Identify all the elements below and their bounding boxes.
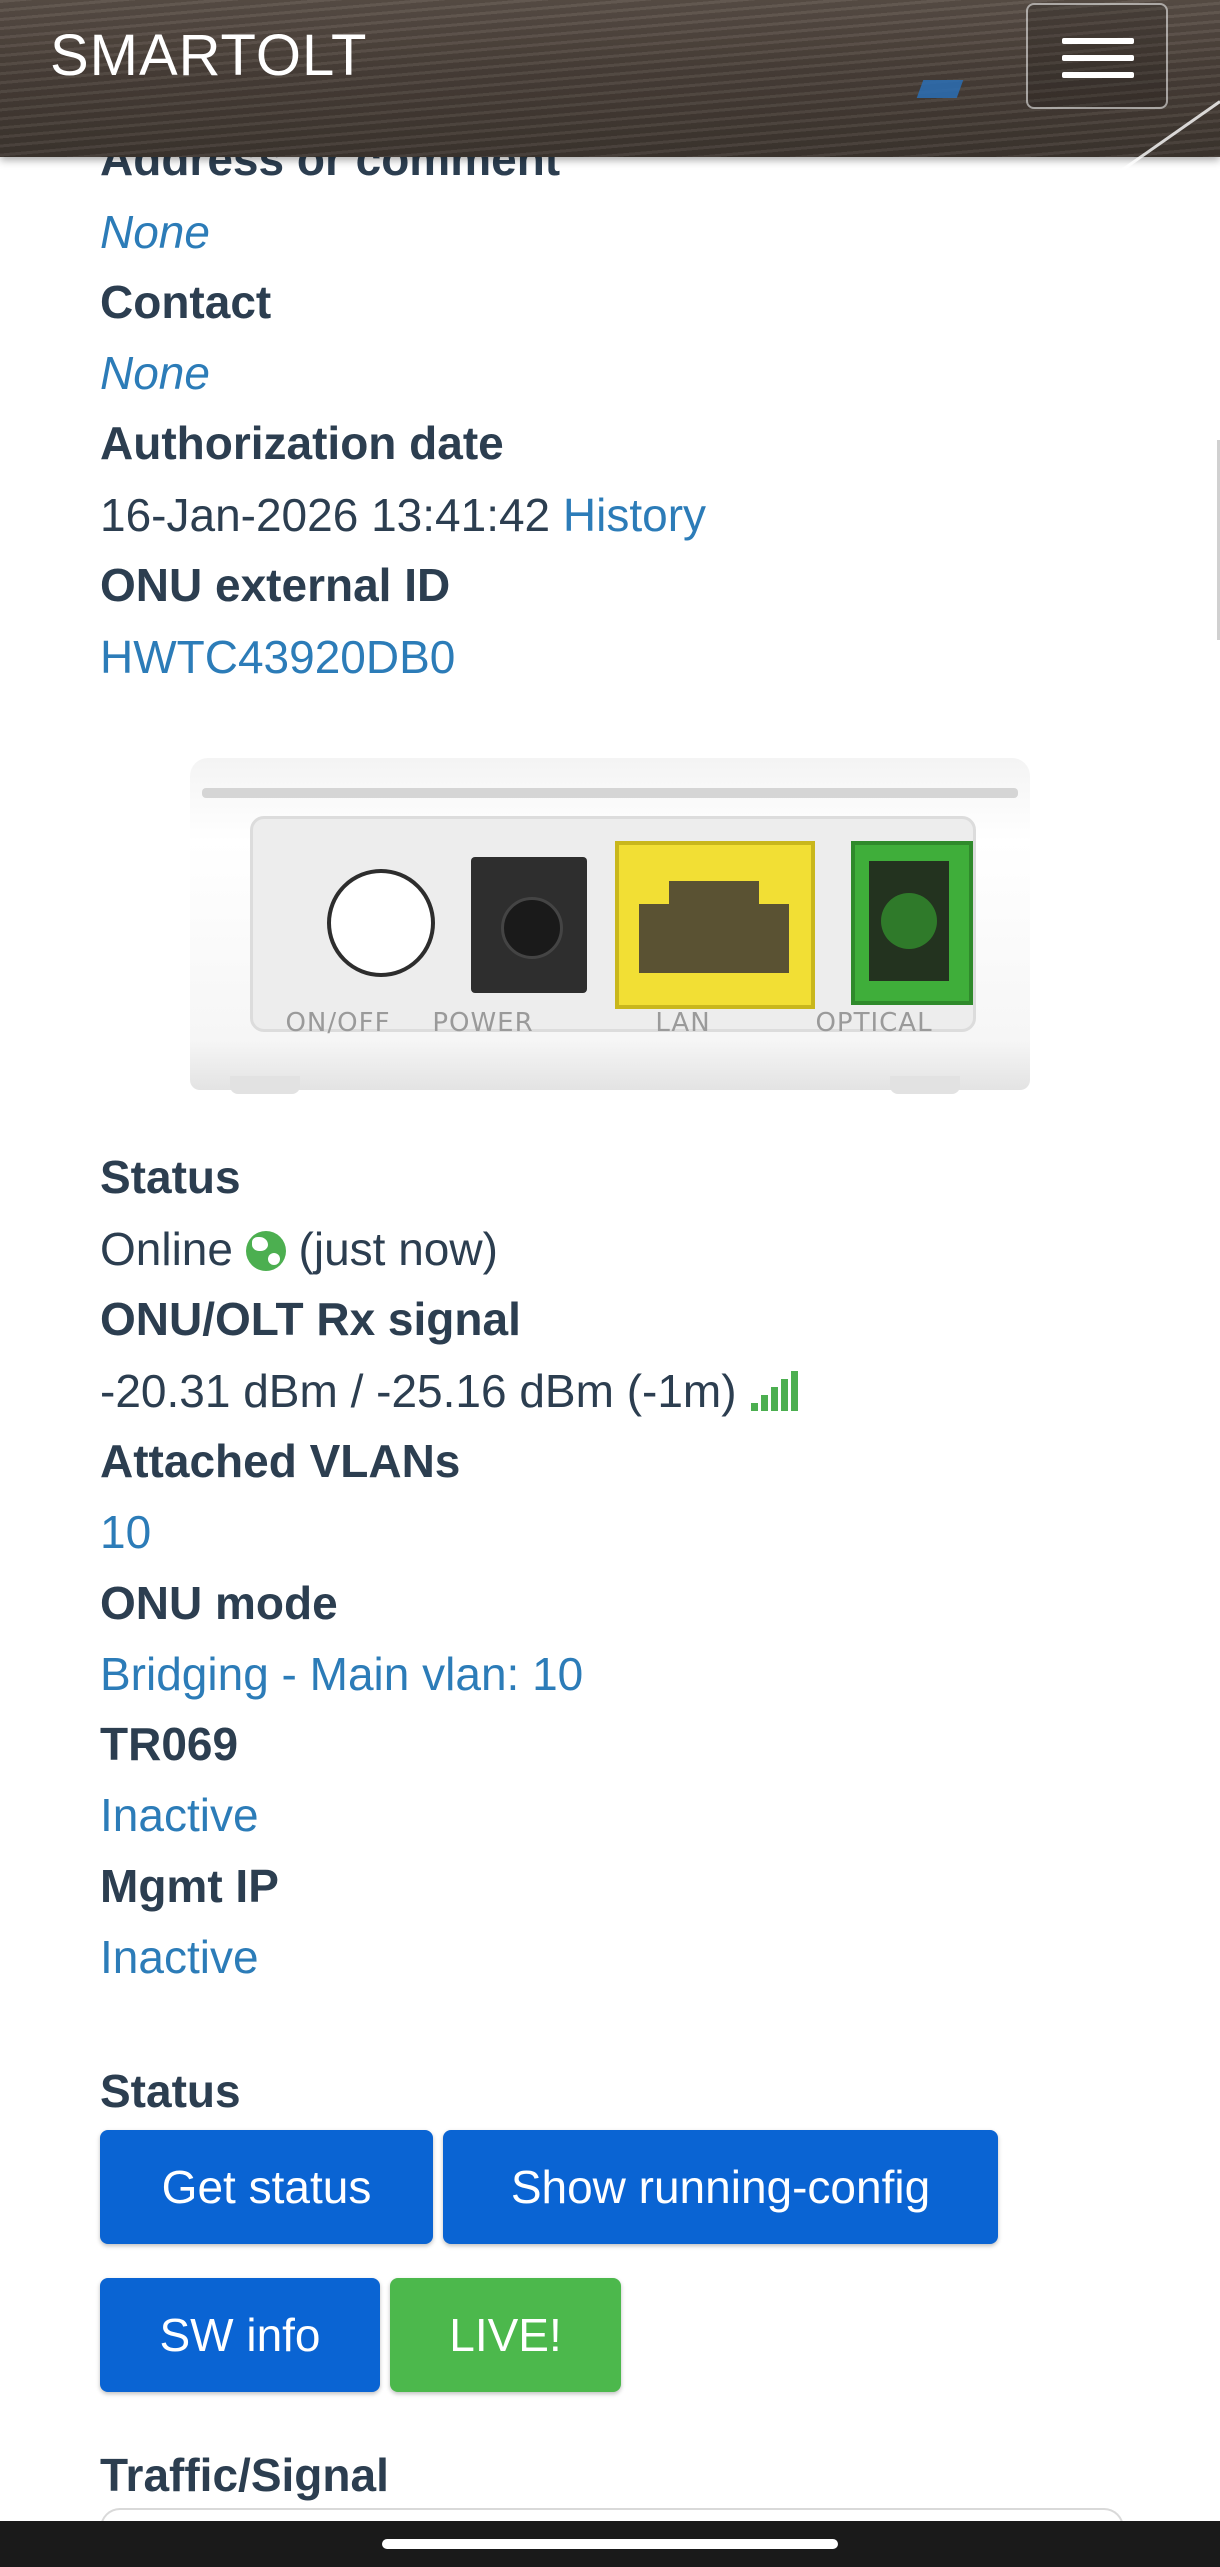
onu-mode-label: ONU mode [100, 1577, 338, 1629]
external-id-label: ONU external ID [100, 559, 451, 611]
optical-connector [869, 861, 949, 981]
background-decoration [1088, 100, 1220, 195]
history-link[interactable]: History [563, 489, 706, 541]
onu-mode-value[interactable]: Bridging - Main vlan: 10 [100, 1647, 583, 1701]
brand-logo[interactable]: SMARTOLT [50, 22, 367, 89]
address-value[interactable]: None [100, 205, 210, 259]
top-navbar: SMARTOLT [0, 0, 1220, 195]
globe-online-icon [245, 1231, 286, 1271]
port-label-power: POWER [432, 1008, 534, 1038]
hamburger-menu-icon [1062, 38, 1134, 44]
show-running-config-button[interactable]: Show running-config [443, 2130, 998, 2244]
onoff-button-port [327, 869, 435, 977]
port-label-optical: OPTICAL [815, 1008, 933, 1038]
onu-device-image: ON/OFF POWER LAN OPTICAL [190, 758, 1030, 1094]
lan-jack [639, 881, 789, 973]
status-row: Online (just now) [100, 1222, 498, 1276]
contact-value[interactable]: None [100, 346, 210, 400]
tr069-label: TR069 [100, 1718, 239, 1770]
actions-section-label: Status [100, 2065, 241, 2117]
status-label: Status [100, 1151, 241, 1203]
port-label-onoff: ON/OFF [285, 1008, 391, 1038]
lan-port [615, 841, 815, 1009]
hamburger-menu-icon [1062, 55, 1134, 61]
status-time: (just now) [298, 1223, 498, 1275]
hamburger-menu-icon [1062, 72, 1134, 78]
status-value: Online [100, 1223, 233, 1275]
signal-bars-icon [749, 1371, 801, 1411]
device-port-panel [250, 816, 976, 1032]
rx-signal-label: ONU/OLT Rx signal [100, 1293, 521, 1345]
device-foot [230, 1076, 300, 1094]
get-status-button[interactable]: Get status [100, 2130, 433, 2244]
mgmt-ip-label: Mgmt IP [100, 1860, 279, 1912]
traffic-signal-label: Traffic/Signal [100, 2449, 389, 2501]
port-label-lan: LAN [655, 1008, 711, 1038]
menu-toggle-button[interactable] [1026, 3, 1168, 109]
authorization-date-value: 16-Jan-2026 13:41:42 [100, 489, 551, 541]
device-foot [890, 1076, 960, 1094]
external-id-value[interactable]: HWTC43920DB0 [100, 630, 455, 684]
mgmt-ip-value[interactable]: Inactive [100, 1930, 259, 1984]
power-port [471, 857, 587, 993]
sw-info-button[interactable]: SW info [100, 2278, 380, 2392]
authorization-date-row: 16-Jan-2026 13:41:42 History [100, 488, 706, 542]
vlans-value[interactable]: 10 [100, 1505, 151, 1559]
tr069-value[interactable]: Inactive [100, 1788, 259, 1842]
rx-signal-row: -20.31 dBm / -25.16 dBm (-1m) [100, 1364, 801, 1418]
optical-port [851, 841, 973, 1005]
live-button[interactable]: LIVE! [390, 2278, 621, 2392]
authorization-date-label: Authorization date [100, 417, 504, 469]
background-decoration [916, 80, 964, 98]
vlans-label: Attached VLANs [100, 1435, 461, 1487]
home-indicator[interactable] [382, 2539, 838, 2549]
device-edge [202, 788, 1018, 798]
rx-signal-value: -20.31 dBm / -25.16 dBm (-1m) [100, 1365, 737, 1417]
contact-label: Contact [100, 276, 272, 328]
